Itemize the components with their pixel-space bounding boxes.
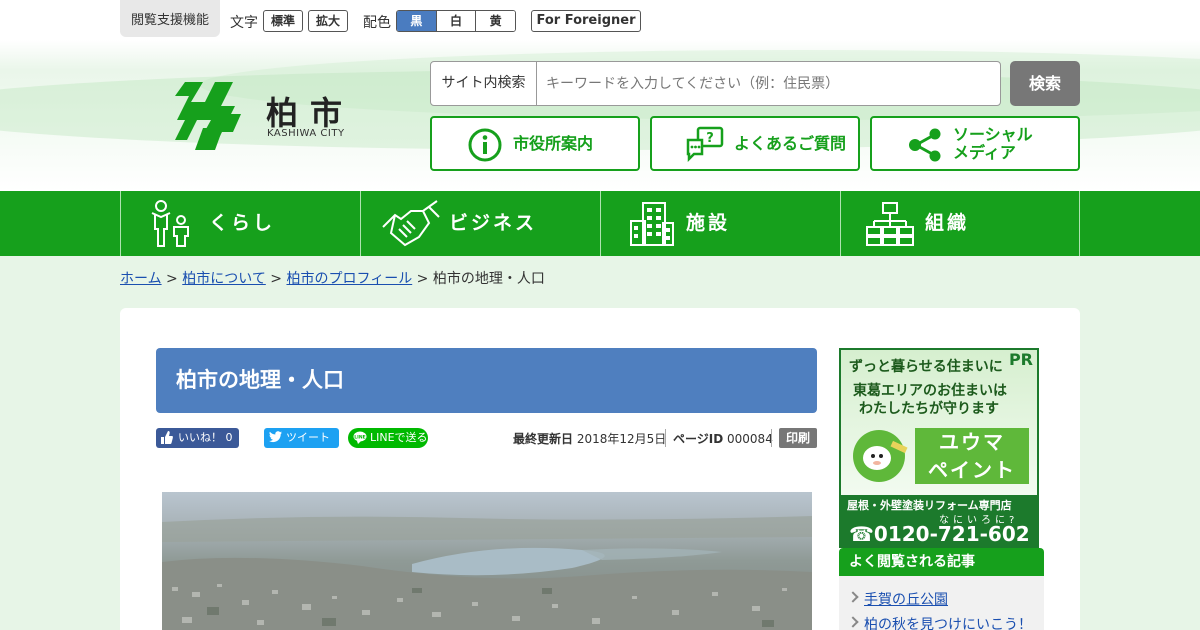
ad-phone-number: ☎0120-721-602	[849, 522, 1030, 546]
global-nav: くらし ビジネス 施設 組織	[0, 191, 1200, 256]
color-white-button[interactable]: 白	[435, 11, 476, 31]
ad-bottom-section: 屋根・外壁塗装リフォーム専門店 なにいろに? ☎0120-721-602	[841, 495, 1037, 546]
meta-divider	[665, 429, 666, 447]
ad-subline-2: わたしたちが守ります	[859, 401, 999, 417]
line-share-label: LINEで送る	[370, 431, 428, 444]
color-yellow-button[interactable]: 黄	[475, 11, 515, 31]
share-icon	[909, 128, 941, 162]
site-search: サイト内検索	[430, 61, 1001, 106]
for-foreigner-button[interactable]: For Foreigner	[531, 10, 641, 32]
nav-item-business[interactable]: ビジネス	[360, 191, 600, 256]
breadcrumb-about-city[interactable]: 柏市について	[182, 271, 266, 287]
breadcrumb-separator: >	[270, 271, 283, 287]
nav-item-living[interactable]: くらし	[120, 191, 360, 256]
page-id-value: 000084	[727, 432, 773, 446]
popular-articles: よく閲覧される記事 手賀の丘公園 柏の秋を見つけにいこう！	[839, 548, 1044, 630]
building-icon	[630, 202, 674, 246]
chevron-right-icon	[847, 591, 859, 603]
svg-text:LINE: LINE	[354, 435, 365, 441]
org-chart-icon	[866, 202, 914, 246]
social-media-button[interactable]: ソーシャル メディア	[870, 116, 1080, 171]
color-scheme-group: 黒 白 黄	[396, 10, 516, 32]
ad-headline: ずっと暮らせる住まいに	[849, 359, 1003, 375]
handshake-icon	[382, 200, 440, 247]
text-large-button[interactable]: 拡大	[308, 10, 348, 32]
breadcrumb-city-profile[interactable]: 柏市のプロフィール	[286, 271, 412, 287]
ad-pr-label: PR	[1008, 350, 1033, 369]
popular-articles-list: 手賀の丘公園 柏の秋を見つけにいこう！	[839, 576, 1044, 630]
breadcrumb-current: 柏市の地理・人口	[432, 271, 545, 287]
family-icon	[151, 200, 189, 247]
nav-item-organization[interactable]: 組織	[840, 191, 1080, 256]
nav-label-facilities: 施設	[686, 212, 731, 234]
popular-article-link[interactable]: 手賀の丘公園	[864, 589, 948, 609]
tweet-button[interactable]: ツイート	[264, 428, 339, 448]
faq-button[interactable]: ? よくあるご質問	[650, 116, 860, 171]
nav-label-business: ビジネス	[449, 212, 538, 234]
facebook-like-button[interactable]: いいね！ 0	[156, 428, 239, 448]
nav-label-living: くらし	[209, 212, 276, 234]
text-size-label: 文字	[230, 15, 258, 31]
city-name-english: KASHIWA CITY	[267, 128, 345, 139]
ad-subline-1: 東葛エリアのお住まいは	[853, 383, 1007, 399]
breadcrumb: ホーム > 柏市について > 柏市のプロフィール > 柏市の地理・人口	[120, 268, 545, 288]
page-title: 柏市の地理・人口	[156, 348, 817, 413]
breadcrumb-separator: >	[166, 271, 178, 287]
city-hall-info-label: 市役所案内	[513, 134, 594, 153]
accessibility-title: 閲覧支援機能	[120, 0, 220, 37]
nav-item-facilities[interactable]: 施設	[600, 191, 840, 256]
page-id-label: ページID	[673, 432, 724, 446]
text-standard-button[interactable]: 標準	[263, 10, 303, 32]
last-updated-value: 2018年12月5日	[576, 432, 667, 446]
social-media-label-line2: メディア	[953, 143, 1016, 162]
color-scheme-label: 配色	[363, 15, 391, 31]
info-icon	[468, 128, 502, 162]
last-updated-label: 最終更新日	[513, 432, 574, 446]
city-logo-icon[interactable]	[175, 80, 241, 152]
line-icon: LINE	[353, 431, 367, 444]
search-input[interactable]	[538, 62, 998, 105]
accessibility-bar: 閲覧支援機能 文字 標準 拡大 配色 黒 白 黄 For Foreigner	[0, 0, 1200, 40]
ad-brand-line-2: ペイント	[915, 456, 1029, 484]
facebook-like-label: いいね！ 0	[178, 431, 233, 444]
color-black-button[interactable]: 黒	[397, 11, 436, 31]
chevron-right-icon	[847, 616, 859, 628]
sheep-mascot-icon	[853, 430, 908, 482]
line-share-button[interactable]: LINE LINEで送る	[348, 428, 428, 448]
tweet-label: ツイート	[286, 431, 330, 444]
thumbs-up-icon	[161, 431, 173, 444]
search-button[interactable]: 検索	[1010, 61, 1080, 106]
popular-articles-heading: よく閲覧される記事	[839, 548, 1044, 576]
social-media-label-line1: ソーシャル	[953, 125, 1033, 144]
twitter-bird-icon	[269, 431, 282, 443]
last-updated: 最終更新日 2018年12月5日	[513, 430, 666, 447]
search-label: サイト内検索	[431, 62, 537, 105]
faq-label: よくあるご質問	[734, 134, 847, 153]
page-id: ページID 000084	[673, 430, 773, 447]
ad-brand-line-1: ユウマ	[915, 428, 1029, 456]
popular-article-link[interactable]: 柏の秋を見つけにいこう！	[864, 614, 1032, 630]
advertisement-banner[interactable]: PR ずっと暮らせる住まいに 東葛エリアのお住まいは わたしたちが守ります ユウ…	[839, 348, 1039, 548]
aerial-city-photo	[162, 492, 812, 630]
breadcrumb-home[interactable]: ホーム	[120, 271, 162, 287]
meta-divider	[771, 429, 772, 447]
nav-label-organization: 組織	[925, 212, 970, 234]
svg-text:?: ?	[706, 131, 714, 146]
breadcrumb-separator: >	[416, 271, 429, 287]
faq-icon: ?	[686, 126, 724, 162]
print-button[interactable]: 印刷	[779, 428, 817, 448]
city-hall-info-button[interactable]: 市役所案内	[430, 116, 640, 171]
